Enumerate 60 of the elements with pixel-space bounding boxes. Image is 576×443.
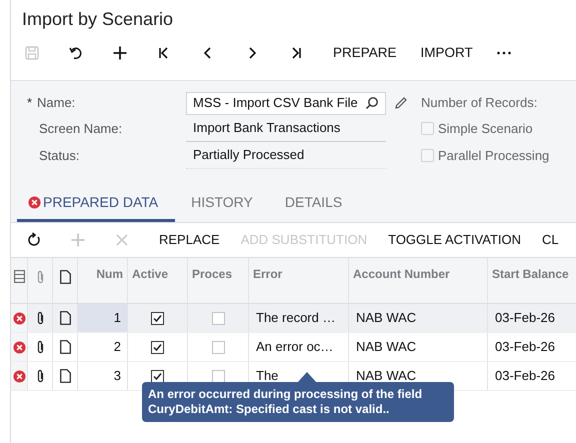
field-label: Status: [39,146,80,165]
table-cell-text: 2 [114,338,121,356]
required-mark: * [27,94,32,112]
table-cell-text: The record … [256,309,336,328]
table-cell-text: 03-Feb-26 [495,338,555,356]
field-label: Number of Records: [421,94,538,112]
column-header[interactable]: Account Number [353,265,450,303]
table-row[interactable]: 1 The record … NAB WAC 03-Feb-26 [11,304,576,333]
checkbox[interactable] [151,340,164,354]
field-value: Partially Processed [193,146,304,164]
toolbar-button[interactable]: IMPORT [418,42,475,64]
column-header[interactable]: Proces [192,265,232,303]
toolbar-button[interactable]: REPLACE [157,230,222,250]
paperclip-icon [36,340,44,354]
checkbox-label: Simple Scenario [438,120,533,138]
tab[interactable]: HISTORY [175,186,269,222]
toolbar-button[interactable]: CL [540,230,561,250]
close-icon [114,232,130,248]
table-row[interactable]: 2 An error oc… NAB WAC 03-Feb-26 [11,333,576,362]
tab[interactable]: DETAILS [268,186,358,222]
table-cell-text: NAB WAC [356,309,416,328]
column-header[interactable]: Error [253,265,282,303]
tab[interactable]: PREPARED DATA [17,186,176,222]
note-icon [60,340,70,354]
checkbox[interactable] [151,312,164,324]
table-cell-text: 1 [114,309,121,328]
checkbox-label: Parallel Processing [438,146,550,165]
note-icon [60,311,70,325]
tooltip-pointer [297,372,317,383]
column-header[interactable]: Start Balance [492,265,569,303]
column-header[interactable]: Num [96,265,123,303]
toolbar-button[interactable]: PREPARE [331,42,399,64]
undo-icon [68,45,84,61]
column-header[interactable]: Active [132,265,168,303]
note-icon [60,369,70,383]
plus-icon [112,45,128,61]
checkbox[interactable] [151,370,164,382]
paperclip-icon [36,270,44,284]
toolbar-button[interactable]: TOGGLE ACTIVATION [386,230,524,250]
table-cell-text: An error oc… [256,338,334,356]
save-icon [24,45,40,61]
table-cell-text: 03-Feb-26 [495,309,555,328]
page-title: Import by Scenario [21,8,174,31]
paperclip-icon [36,369,44,383]
field-label: Name: [37,94,76,112]
note-icon [60,270,70,284]
plus-icon [70,232,86,248]
name-field[interactable]: MSS - Import CSV Bank File [186,92,386,114]
field-value: Import Bank Transactions [193,119,340,138]
refresh-icon [26,232,42,248]
search-icon[interactable] [365,96,379,110]
table-cell-text: 3 [114,367,121,386]
field-label: Screen Name: [39,120,122,138]
more-icon [496,51,512,55]
table-cell-text: 03-Feb-26 [495,367,555,386]
columns-icon[interactable] [14,270,24,283]
pencil-icon[interactable] [394,96,408,110]
table-cell-text: NAB WAC [356,338,416,356]
paperclip-icon [36,311,44,325]
plus-button[interactable] [111,44,129,62]
